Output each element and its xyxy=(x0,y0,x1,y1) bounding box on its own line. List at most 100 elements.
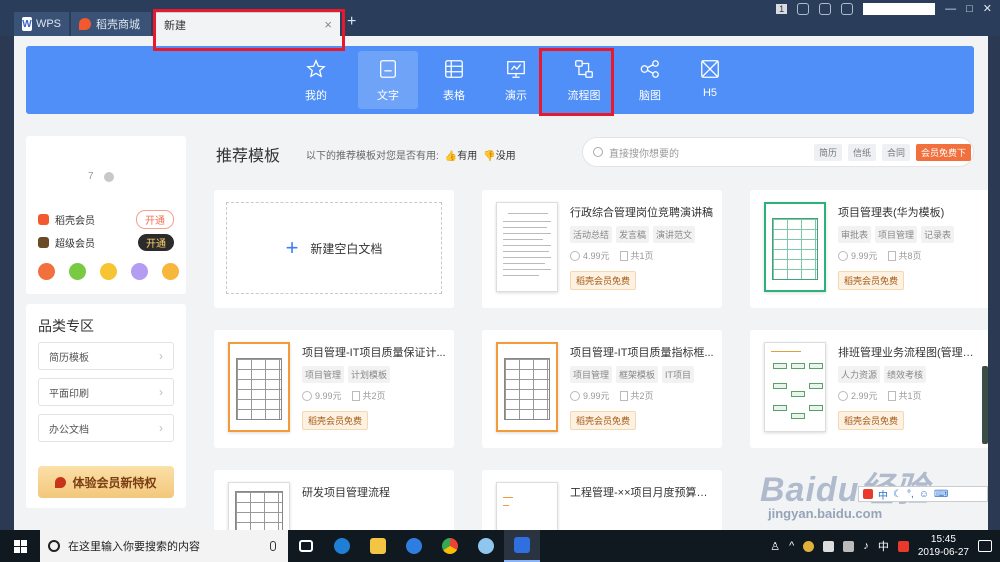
ime-keyboard-icon[interactable]: ⌨ xyxy=(934,489,948,500)
clock[interactable]: 15:45 2019-06-27 xyxy=(918,533,969,559)
sogou-ime-icon[interactable] xyxy=(897,540,909,552)
ime-punct-icon[interactable]: °, xyxy=(907,489,914,500)
template-card[interactable]: 研发项目管理流程 xyxy=(214,470,454,530)
edge-button[interactable] xyxy=(324,530,360,562)
task-view-button[interactable] xyxy=(288,530,324,562)
open-super-button[interactable]: 开通 xyxy=(138,233,174,251)
open-docer-button[interactable]: 开通 xyxy=(136,209,174,229)
template-tag[interactable]: 绩效考核 xyxy=(884,366,927,383)
vip-trial-button[interactable]: 体验会员新特权 xyxy=(38,466,174,498)
scrollbar[interactable] xyxy=(982,366,988,444)
sogou-browser-button[interactable] xyxy=(396,530,432,562)
minimize-button[interactable]: — xyxy=(945,3,956,15)
template-card[interactable]: 工程管理-××项目月度预算执... xyxy=(482,470,722,530)
coin-icon xyxy=(838,391,848,401)
search-tag[interactable]: 简历 xyxy=(813,144,842,161)
member-free-badge[interactable]: 稻壳会员免费 xyxy=(838,411,905,430)
window-count-badge[interactable]: 1 xyxy=(776,3,788,14)
member-free-promo[interactable]: 会员免费下 xyxy=(915,144,971,161)
paint-button[interactable] xyxy=(468,530,504,562)
close-tab-icon[interactable]: × xyxy=(324,17,332,32)
shirt-icon[interactable] xyxy=(841,2,854,15)
member-free-badge[interactable]: 稻壳会员免费 xyxy=(838,271,905,290)
template-card[interactable]: 项目管理-IT项目质量指标框... 项目管理 框架模板 IT项目 9.99元 共… xyxy=(482,330,722,448)
template-tag[interactable]: 记录表 xyxy=(921,226,955,243)
close-window-button[interactable]: ✕ xyxy=(983,2,992,15)
wps-taskbar-button[interactable] xyxy=(504,530,540,562)
file-explorer-button[interactable] xyxy=(360,530,396,562)
member-free-badge[interactable]: 稻壳会员免费 xyxy=(570,271,637,290)
start-button[interactable] xyxy=(0,530,40,562)
template-card[interactable]: 排班管理业务流程图(管理实... 人力资源 绩效考核 2.99元 共1页 稻壳会… xyxy=(750,330,988,448)
template-tag[interactable]: 人力资源 xyxy=(838,366,881,383)
new-blank-document-button[interactable]: + 新建空白文档 xyxy=(226,202,442,294)
template-pages: 共2页 xyxy=(619,389,654,402)
tray-lang[interactable]: 中 xyxy=(878,538,889,554)
cortana-icon xyxy=(48,540,60,552)
ime-emoji-icon[interactable]: ☺ xyxy=(919,489,929,500)
template-tag[interactable]: IT项目 xyxy=(662,366,695,383)
settings-icon[interactable] xyxy=(819,2,832,15)
quick-resume-icon[interactable] xyxy=(38,263,55,280)
chrome-button[interactable] xyxy=(432,530,468,562)
search-input[interactable]: 直接搜你想要的 xyxy=(609,145,679,160)
template-tag[interactable]: 演讲范文 xyxy=(653,226,696,243)
microphone-icon[interactable] xyxy=(270,541,276,551)
notification-icon[interactable] xyxy=(978,540,992,552)
tab-docer-store[interactable]: 稻壳商城 xyxy=(71,12,151,36)
quick-cloud-icon[interactable] xyxy=(100,263,117,280)
windows-taskbar: 在这里输入你要搜索的内容 ♙ ^ ♪ 中 15:45 2019-06-27 xyxy=(0,530,1000,562)
template-tag[interactable]: 活动总结 xyxy=(570,226,613,243)
volume-icon[interactable]: ♪ xyxy=(863,540,869,552)
tray-expand-icon[interactable]: ^ xyxy=(789,540,794,552)
category-zone-office[interactable]: 办公文档 › xyxy=(38,414,174,442)
maximize-button[interactable]: □ xyxy=(966,3,973,15)
search-tag[interactable]: 合同 xyxy=(881,144,910,161)
category-zone-print[interactable]: 平面印刷 › xyxy=(38,378,174,406)
template-tag[interactable]: 项目管理 xyxy=(875,226,918,243)
battery-icon[interactable] xyxy=(823,540,835,552)
user-tray-icon[interactable]: ♙ xyxy=(770,540,780,553)
category-flowchart[interactable]: 流程图 xyxy=(554,51,614,109)
taskbar-search[interactable]: 在这里输入你要搜索的内容 xyxy=(40,530,288,562)
date: 2019-06-27 xyxy=(917,547,969,558)
tray-app-icon[interactable] xyxy=(803,540,815,552)
taskbar-search-input[interactable]: 在这里输入你要搜索的内容 xyxy=(68,538,200,554)
network-icon[interactable] xyxy=(843,540,855,552)
template-card[interactable]: 行政综合管理岗位竞聘演讲稿 活动总结 发言稿 演讲范文 4.99元 共1页 稻壳… xyxy=(482,190,722,308)
add-tab-button[interactable]: + xyxy=(347,13,356,31)
template-tag[interactable]: 发言稿 xyxy=(616,226,650,243)
search-tag[interactable]: 信纸 xyxy=(847,144,876,161)
template-tag[interactable]: 审批表 xyxy=(838,226,872,243)
tab-wps[interactable]: W WPS xyxy=(14,12,69,36)
quick-tool-icon[interactable] xyxy=(69,263,86,280)
user-name[interactable]: 7 xyxy=(88,171,94,182)
category-my[interactable]: 我的 xyxy=(286,51,346,109)
template-card[interactable]: 项目管理表(华为模板) 审批表 项目管理 记录表 9.99元 共8页 稻壳会员免… xyxy=(750,190,988,308)
template-card[interactable]: 项目管理-IT项目质量保证计... 项目管理 计划模板 9.99元 共2页 稻壳… xyxy=(214,330,454,448)
template-tag[interactable]: 计划模板 xyxy=(348,366,391,383)
template-tag[interactable]: 框架模板 xyxy=(616,366,659,383)
tab-new[interactable]: 新建 × xyxy=(156,12,340,36)
template-search[interactable]: 直接搜你想要的 简历 信纸 合同 会员免费下 xyxy=(582,137,974,167)
skin-icon[interactable] xyxy=(797,2,810,15)
member-free-badge[interactable]: 稻壳会员免费 xyxy=(302,411,369,430)
quick-crown-icon[interactable] xyxy=(162,263,179,280)
template-thumbnail xyxy=(228,342,290,432)
category-zone-resume[interactable]: 简历模板 › xyxy=(38,342,174,370)
category-mindmap[interactable]: 脑图 xyxy=(620,51,680,109)
category-spreadsheet[interactable]: 表格 xyxy=(424,51,484,109)
template-tag[interactable]: 项目管理 xyxy=(570,366,613,383)
template-tag[interactable]: 项目管理 xyxy=(302,366,345,383)
ime-lang[interactable]: 中 xyxy=(878,487,888,502)
category-h5[interactable]: H5 xyxy=(680,51,740,109)
ime-moon-icon[interactable]: ☾ xyxy=(893,489,902,500)
quick-picture-icon[interactable] xyxy=(131,263,148,280)
member-free-badge[interactable]: 稻壳会员免费 xyxy=(570,411,637,430)
category-presentation[interactable]: 演示 xyxy=(486,51,546,109)
account-box[interactable] xyxy=(863,2,936,15)
useless-button[interactable]: 👎没用 xyxy=(483,147,515,162)
category-text[interactable]: 文字 xyxy=(358,51,418,109)
useful-button[interactable]: 👍有用 xyxy=(445,147,477,162)
ime-toolbar[interactable]: 中 ☾ °, ☺ ⌨ xyxy=(858,486,988,502)
